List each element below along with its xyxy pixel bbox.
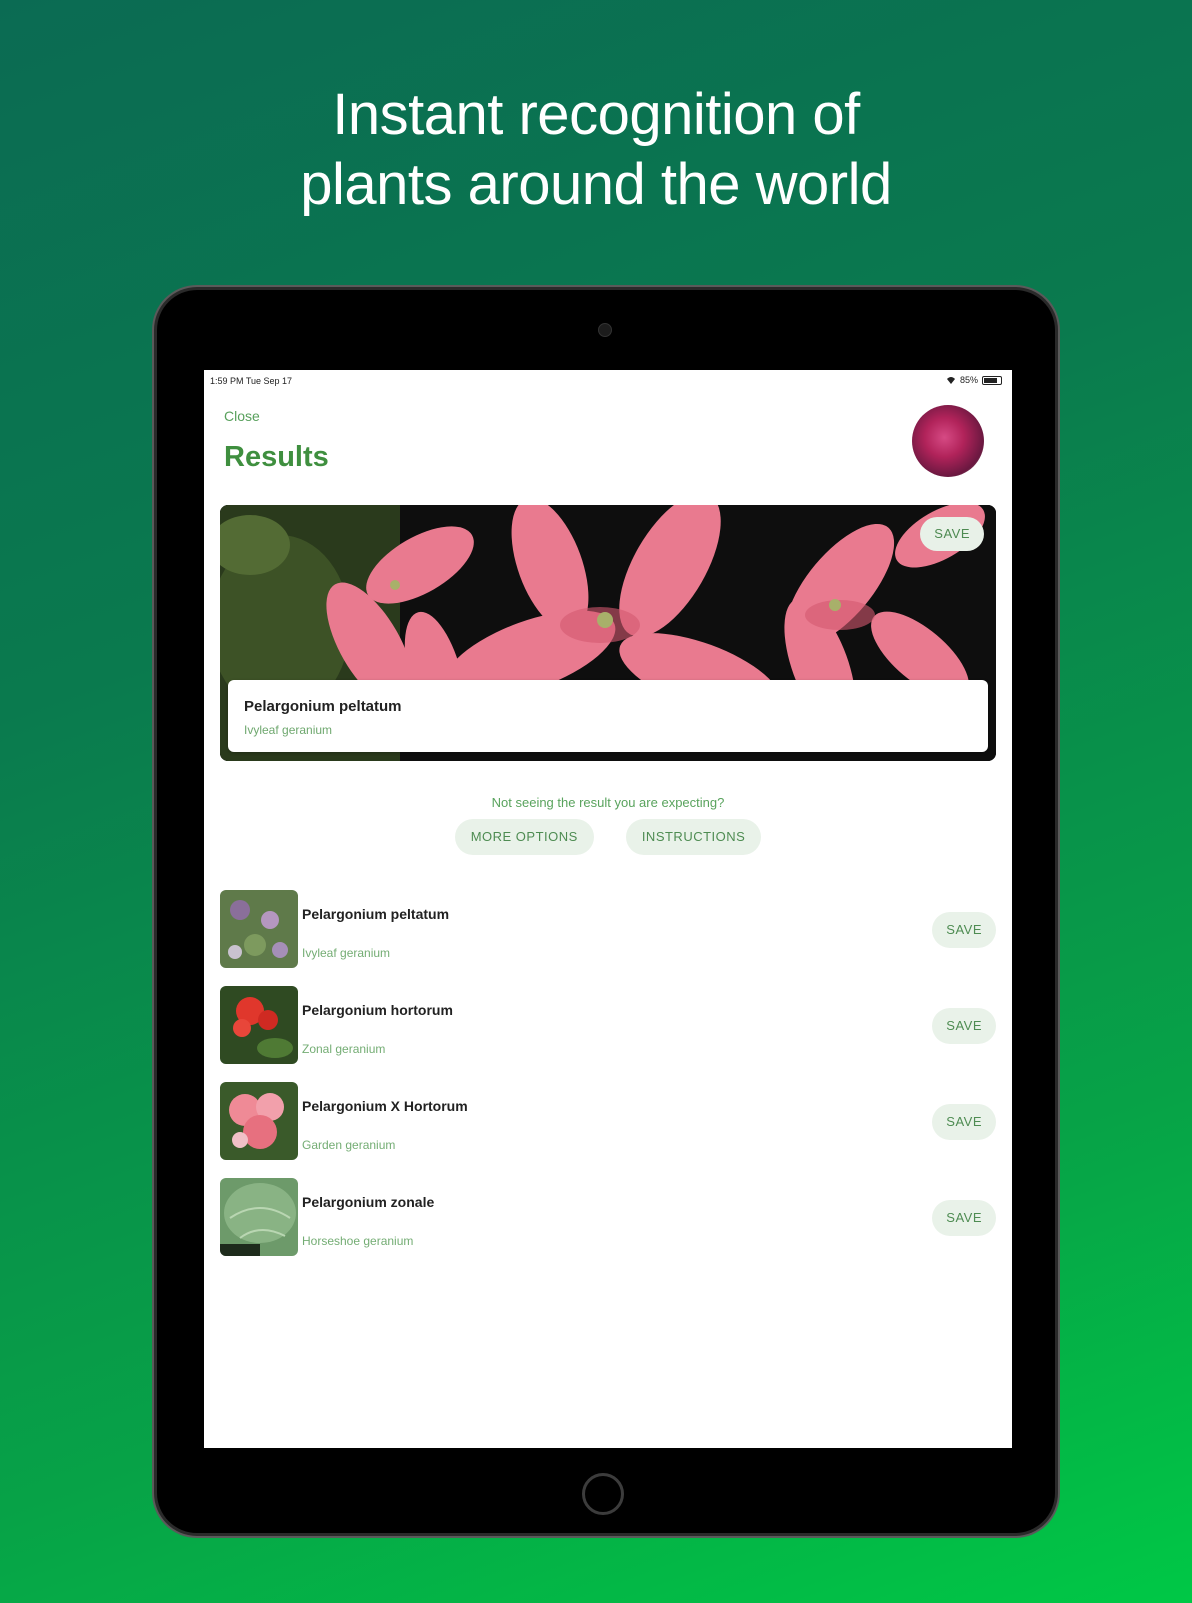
- headline-line-1: Instant recognition of: [332, 82, 860, 147]
- list-item[interactable]: Pelargonium X Hortorum Garden geranium S…: [220, 1082, 996, 1178]
- home-button[interactable]: [582, 1473, 624, 1515]
- page-title: Results: [224, 441, 329, 473]
- result-save-button[interactable]: SAVE: [932, 1104, 996, 1140]
- query-photo-avatar[interactable]: [912, 405, 984, 477]
- instructions-button[interactable]: INSTRUCTIONS: [625, 819, 762, 855]
- help-prompt: Not seeing the result you are expecting?: [491, 795, 725, 810]
- headline-line-2: plants around the world: [300, 152, 892, 217]
- top-result-info[interactable]: Pelargonium peltatum Ivyleaf geranium: [228, 680, 988, 752]
- wifi-icon: [946, 377, 955, 384]
- result-common-name: Horseshoe geranium: [302, 1234, 414, 1248]
- top-result-save-button[interactable]: SAVE: [920, 517, 984, 551]
- app-screen: 1:59 PM Tue Sep 17 85% Close Results SAV…: [204, 370, 1012, 1448]
- result-name: Pelargonium hortorum: [302, 1002, 453, 1018]
- status-bar: 1:59 PM Tue Sep 17 85%: [204, 370, 1012, 392]
- plant-thumbnail: [220, 1082, 298, 1160]
- help-buttons: MORE OPTIONS INSTRUCTIONS: [204, 819, 1012, 855]
- result-common-name: Garden geranium: [302, 1138, 396, 1152]
- status-time: 1:59 PM Tue Sep 17: [210, 376, 293, 386]
- top-result-common-name: Ivyleaf geranium: [244, 723, 333, 737]
- result-name: Pelargonium X Hortorum: [302, 1098, 468, 1114]
- close-button[interactable]: Close: [224, 408, 260, 424]
- list-item[interactable]: Pelargonium zonale Horseshoe geranium SA…: [220, 1178, 996, 1274]
- results-list: Pelargonium peltatum Ivyleaf geranium SA…: [220, 890, 996, 1274]
- result-common-name: Zonal geranium: [302, 1042, 386, 1056]
- plant-thumbnail: [220, 986, 298, 1064]
- plant-thumbnail: [220, 1178, 298, 1256]
- battery-icon: [982, 375, 1002, 385]
- battery-percent: 85%: [959, 375, 978, 385]
- plant-thumbnail: [220, 890, 298, 968]
- ipad-frame: 1:59 PM Tue Sep 17 85% Close Results SAV…: [157, 290, 1055, 1533]
- result-save-button[interactable]: SAVE: [932, 912, 996, 948]
- top-result-name: Pelargonium peltatum: [244, 698, 402, 715]
- list-item[interactable]: Pelargonium peltatum Ivyleaf geranium SA…: [220, 890, 996, 986]
- camera-icon: [598, 323, 612, 337]
- result-name: Pelargonium zonale: [302, 1194, 435, 1210]
- top-result-card[interactable]: SAVE Pelargonium peltatum Ivyleaf gerani…: [220, 505, 996, 761]
- result-save-button[interactable]: SAVE: [932, 1200, 996, 1236]
- status-indicators: 85%: [946, 375, 1002, 385]
- result-save-button[interactable]: SAVE: [932, 1008, 996, 1044]
- list-item[interactable]: Pelargonium hortorum Zonal geranium SAVE: [220, 986, 996, 1082]
- result-common-name: Ivyleaf geranium: [302, 946, 391, 960]
- result-name: Pelargonium peltatum: [302, 906, 450, 922]
- more-options-button[interactable]: MORE OPTIONS: [454, 819, 594, 855]
- promo-headline: Instant recognition of plants around the…: [0, 80, 1192, 220]
